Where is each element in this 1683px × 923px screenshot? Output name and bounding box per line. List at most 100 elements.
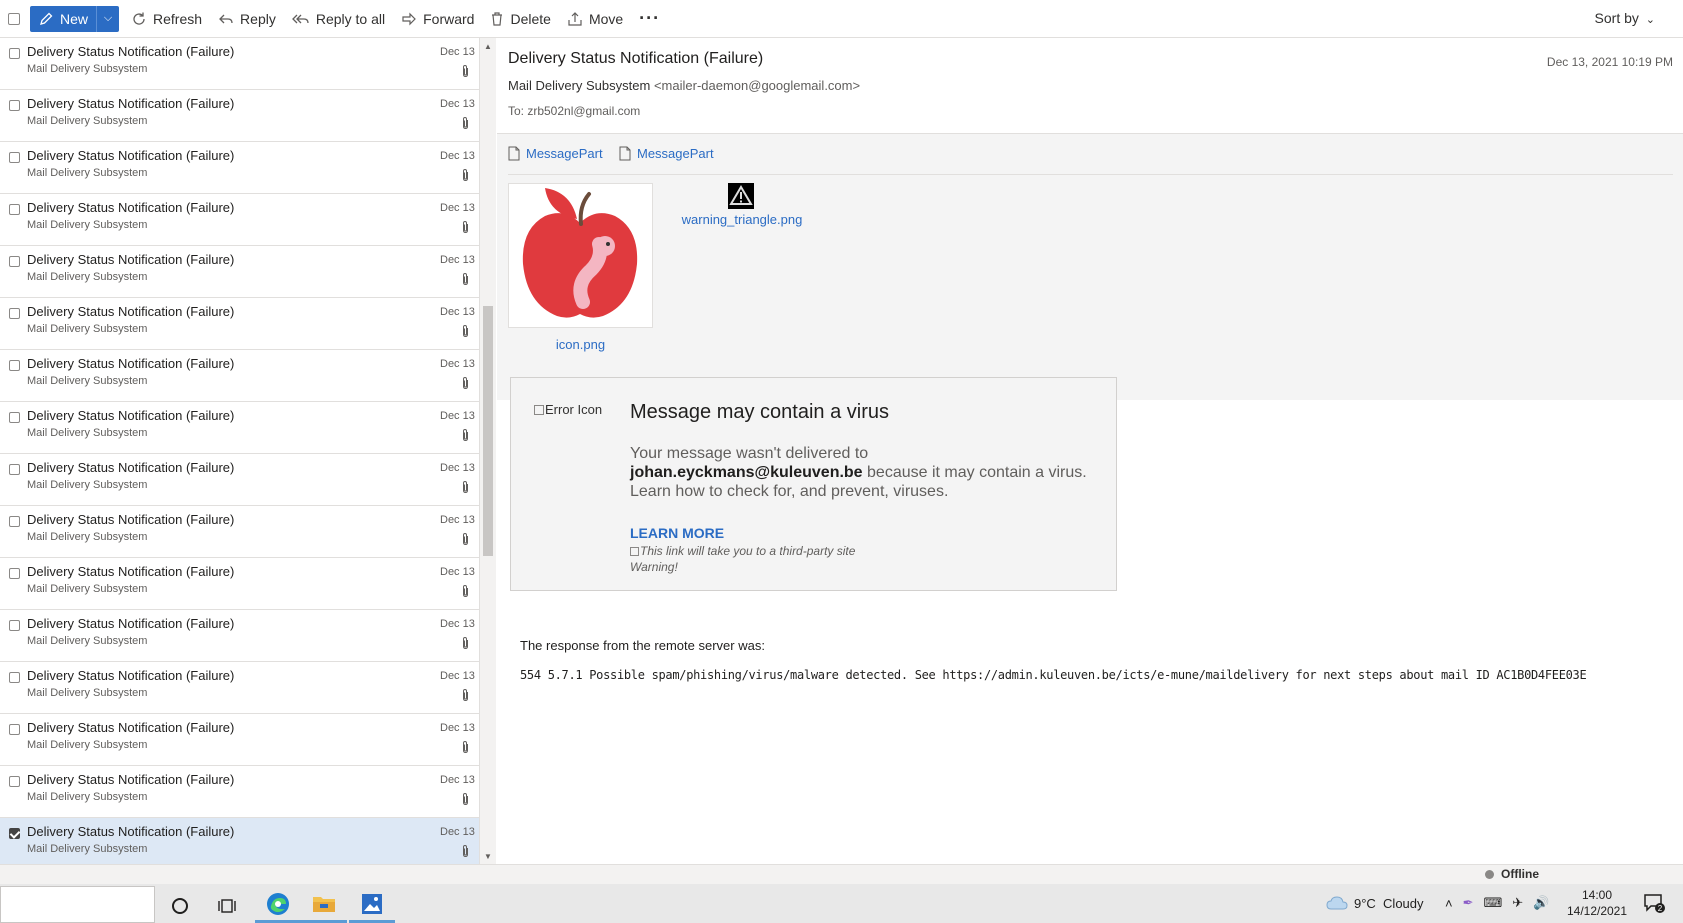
status-bar: Offline xyxy=(0,864,1683,884)
airplane-mode-icon[interactable]: ✈ xyxy=(1512,895,1523,911)
message-list-item[interactable]: Delivery Status Notification (Failure) Ma… xyxy=(0,246,479,298)
message-checkbox[interactable] xyxy=(9,620,20,631)
message-checkbox[interactable] xyxy=(9,48,20,59)
message-list-item[interactable]: Delivery Status Notification (Failure) Ma… xyxy=(0,454,479,506)
message-list-item[interactable]: Delivery Status Notification (Failure) Ma… xyxy=(0,142,479,194)
message-sender-preview: Mail Delivery Subsystem xyxy=(27,739,148,751)
message-checkbox[interactable] xyxy=(9,724,20,735)
new-dropdown-chevron-icon[interactable]: ⌵ xyxy=(97,12,119,25)
message-sender-preview: Mail Delivery Subsystem xyxy=(27,375,148,387)
paperclip-icon xyxy=(463,480,468,494)
message-list-item[interactable]: Delivery Status Notification (Failure) Ma… xyxy=(0,38,479,90)
message-checkbox[interactable] xyxy=(9,256,20,267)
message-checkbox[interactable] xyxy=(9,568,20,579)
message-list-item[interactable]: Delivery Status Notification (Failure) Ma… xyxy=(0,350,479,402)
show-hidden-icons-chevron-up-icon[interactable]: ˄ xyxy=(1445,896,1453,911)
message-checkbox[interactable] xyxy=(9,100,20,111)
reply-all-label: Reply to all xyxy=(315,10,386,27)
warning-triangle-link[interactable]: warning_triangle.png xyxy=(672,212,812,227)
refresh-button[interactable]: Refresh xyxy=(123,5,210,33)
status-dot-icon xyxy=(1485,869,1494,879)
message-checkbox[interactable] xyxy=(9,516,20,527)
icon-png-thumbnail[interactable] xyxy=(508,183,653,328)
refresh-icon xyxy=(133,12,145,25)
message-checkbox[interactable] xyxy=(9,412,20,423)
message-list-item[interactable]: Delivery Status Notification (Failure) Ma… xyxy=(0,714,479,766)
trash-icon xyxy=(492,11,503,26)
clock-date: 14/12/2021 xyxy=(1566,904,1628,918)
message-list-item[interactable]: Delivery Status Notification (Failure) Ma… xyxy=(0,194,479,246)
message-list-item[interactable]: Delivery Status Notification (Failure) Ma… xyxy=(0,90,479,142)
message-list-item[interactable]: Delivery Status Notification (Failure) Ma… xyxy=(0,818,479,864)
taskbar-search-box[interactable] xyxy=(0,886,155,923)
task-view-icon[interactable] xyxy=(204,888,250,923)
message-subject-preview: Delivery Status Notification (Failure) xyxy=(27,460,235,475)
scroll-down-arrow-icon[interactable]: ▼ xyxy=(484,852,492,861)
document-icon xyxy=(619,146,631,161)
reply-all-button[interactable]: Reply to all xyxy=(284,5,393,33)
reply-button[interactable]: Reply xyxy=(210,5,284,33)
weather-widget[interactable]: 9°C Cloudy xyxy=(1326,895,1424,911)
message-checkbox[interactable] xyxy=(9,776,20,787)
cortana-icon[interactable] xyxy=(157,888,203,923)
learn-more-link[interactable]: LEARN MORE xyxy=(630,525,724,541)
message-recipient: To: zrb502nl@gmail.com xyxy=(508,104,641,118)
message-date-preview: Dec 13 xyxy=(440,254,475,266)
message-checkbox[interactable] xyxy=(9,152,20,163)
file-explorer-icon[interactable] xyxy=(301,888,347,923)
third-party-site-notice: This link will take you to a third-party… xyxy=(630,544,855,558)
message-checkbox[interactable] xyxy=(9,204,20,215)
message-sender-preview: Mail Delivery Subsystem xyxy=(27,323,148,335)
message-list-item[interactable]: Delivery Status Notification (Failure) Ma… xyxy=(0,610,479,662)
sender-name: Mail Delivery Subsystem xyxy=(508,78,651,93)
message-sender-preview: Mail Delivery Subsystem xyxy=(27,531,148,543)
reply-all-icon xyxy=(291,14,309,23)
message-list-scrollbar[interactable]: ▲ ▼ xyxy=(480,38,496,864)
taskbar-clock[interactable]: 14:00 14/12/2021 xyxy=(1562,887,1632,919)
message-sender-preview: Mail Delivery Subsystem xyxy=(27,167,148,179)
move-button[interactable]: Move xyxy=(559,5,631,33)
chevron-down-icon: ⌄ xyxy=(1645,14,1655,26)
more-actions-button[interactable]: ··· xyxy=(631,5,668,33)
attachment-messagepart-2[interactable]: MessagePart xyxy=(619,146,714,161)
message-list-item[interactable]: Delivery Status Notification (Failure) Ma… xyxy=(0,298,479,350)
message-list-item[interactable]: Delivery Status Notification (Failure) Ma… xyxy=(0,506,479,558)
edge-browser-icon[interactable] xyxy=(255,888,301,923)
server-response-label: The response from the remote server was: xyxy=(520,638,765,653)
sort-by-button[interactable]: Sort by ⌄ xyxy=(1595,10,1655,26)
message-checkbox[interactable] xyxy=(9,828,20,839)
scrollbar-thumb[interactable] xyxy=(483,306,493,556)
message-list-item[interactable]: Delivery Status Notification (Failure) Ma… xyxy=(0,402,479,454)
icon-png-link[interactable]: icon.png xyxy=(508,337,653,352)
virus-notice-card: Error Icon Message may contain a virus Y… xyxy=(510,377,1117,591)
pencil-icon xyxy=(40,12,53,25)
message-checkbox[interactable] xyxy=(9,360,20,371)
message-list-item[interactable]: Delivery Status Notification (Failure) Ma… xyxy=(0,558,479,610)
forward-button[interactable]: Forward xyxy=(393,5,482,33)
new-button[interactable]: New ⌵ xyxy=(30,5,120,32)
message-checkbox[interactable] xyxy=(9,464,20,475)
attachments-area: MessagePart MessagePart icon.png warning… xyxy=(497,134,1683,400)
message-subject-preview: Delivery Status Notification (Failure) xyxy=(27,252,235,267)
volume-icon[interactable]: 🔊 xyxy=(1533,895,1549,911)
message-checkbox[interactable] xyxy=(9,672,20,683)
attachment-messagepart-1[interactable]: MessagePart xyxy=(508,146,603,161)
message-date-preview: Dec 13 xyxy=(440,514,475,526)
action-center-icon[interactable]: 2 xyxy=(1643,893,1665,918)
keyboard-language-icon[interactable]: ⌨ xyxy=(1484,895,1503,911)
message-list-item[interactable]: Delivery Status Notification (Failure) Ma… xyxy=(0,766,479,818)
photos-app-icon[interactable] xyxy=(349,888,395,923)
message-checkbox[interactable] xyxy=(9,308,20,319)
pen-icon[interactable]: ✒ xyxy=(1463,895,1474,911)
message-header: Delivery Status Notification (Failure) D… xyxy=(497,38,1683,134)
message-list-item[interactable]: Delivery Status Notification (Failure) Ma… xyxy=(0,662,479,714)
select-all-checkbox[interactable] xyxy=(8,12,20,25)
warning-triangle-icon[interactable] xyxy=(728,183,754,209)
divider xyxy=(508,174,1673,175)
scroll-up-arrow-icon[interactable]: ▲ xyxy=(484,42,492,51)
delete-button[interactable]: Delete xyxy=(482,5,558,33)
message-sender[interactable]: Mail Delivery Subsystem <mailer-daemon@g… xyxy=(508,78,860,93)
message-sender-preview: Mail Delivery Subsystem xyxy=(27,791,148,803)
paperclip-icon xyxy=(463,584,468,598)
message-date: Dec 13, 2021 10:19 PM xyxy=(1546,55,1673,69)
